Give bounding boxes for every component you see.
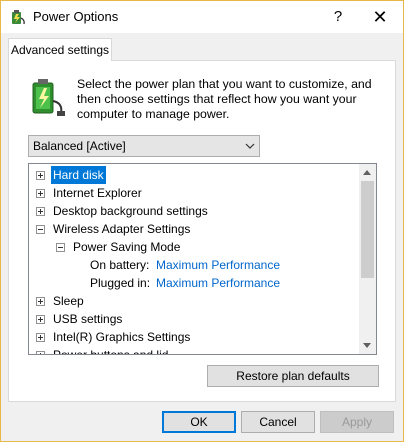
power-options-icon: [12, 10, 25, 25]
tree-label-sleep: Sleep: [53, 294, 84, 308]
vertical-scrollbar[interactable]: [359, 164, 376, 354]
expand-plus-icon[interactable]: [36, 351, 45, 354]
tab-advanced-settings[interactable]: Advanced settings: [8, 38, 112, 61]
advanced-settings-panel: Select the power plan that you want to c…: [8, 60, 396, 402]
help-button[interactable]: ?: [315, 1, 361, 33]
collapse-minus-icon[interactable]: [56, 243, 65, 252]
tree-label-wireless-adapter: Wireless Adapter Settings: [53, 222, 191, 236]
tree-label-power-saving-mode: Power Saving Mode: [73, 240, 181, 254]
expand-plus-icon[interactable]: [36, 171, 45, 180]
power-plan-dropdown[interactable]: Balanced [Active]: [28, 135, 260, 157]
chevron-down-icon: [245, 143, 255, 149]
window-title: Power Options: [33, 9, 119, 24]
restore-plan-defaults-button[interactable]: Restore plan defaults: [207, 365, 379, 387]
settings-tree[interactable]: Hard disk Internet Explorer Desktop back…: [28, 163, 377, 355]
battery-plan-icon: [32, 79, 65, 116]
expand-plus-icon[interactable]: [36, 315, 45, 324]
power-plan-selected-value: Balanced [Active]: [33, 139, 126, 153]
expand-plus-icon[interactable]: [36, 333, 45, 342]
on-battery-label: On battery:: [90, 258, 150, 272]
ok-button[interactable]: OK: [162, 411, 236, 433]
tree-label-hard-disk: Hard disk: [51, 166, 106, 184]
expand-plus-icon[interactable]: [36, 207, 45, 216]
close-button[interactable]: ✕: [357, 1, 403, 33]
plan-description: Select the power plan that you want to c…: [77, 77, 372, 121]
cancel-button[interactable]: Cancel: [241, 411, 315, 433]
on-battery-value[interactable]: Maximum Performance: [156, 256, 280, 274]
tree-label-desktop-background: Desktop background settings: [53, 204, 208, 218]
tree-label-power-buttons: Power buttons and lid: [53, 348, 169, 355]
expand-plus-icon[interactable]: [36, 297, 45, 306]
title-bar[interactable]: Power Options ? ✕: [1, 1, 403, 33]
collapse-minus-icon[interactable]: [36, 225, 45, 234]
scroll-down-arrow-icon[interactable]: [363, 343, 371, 348]
tree-label-usb: USB settings: [53, 312, 123, 326]
tree-label-intel-graphics: Intel(R) Graphics Settings: [53, 330, 191, 344]
plugged-in-value[interactable]: Maximum Performance: [156, 274, 280, 292]
tree-label-internet-explorer: Internet Explorer: [53, 186, 142, 200]
expand-plus-icon[interactable]: [36, 189, 45, 198]
apply-button[interactable]: Apply: [320, 411, 394, 433]
plugged-in-label: Plugged in:: [90, 276, 151, 290]
power-options-window: Power Options ? ✕ Advanced settings Sele…: [0, 0, 404, 442]
scrollbar-thumb[interactable]: [361, 181, 374, 278]
scroll-up-arrow-icon[interactable]: [363, 170, 371, 175]
